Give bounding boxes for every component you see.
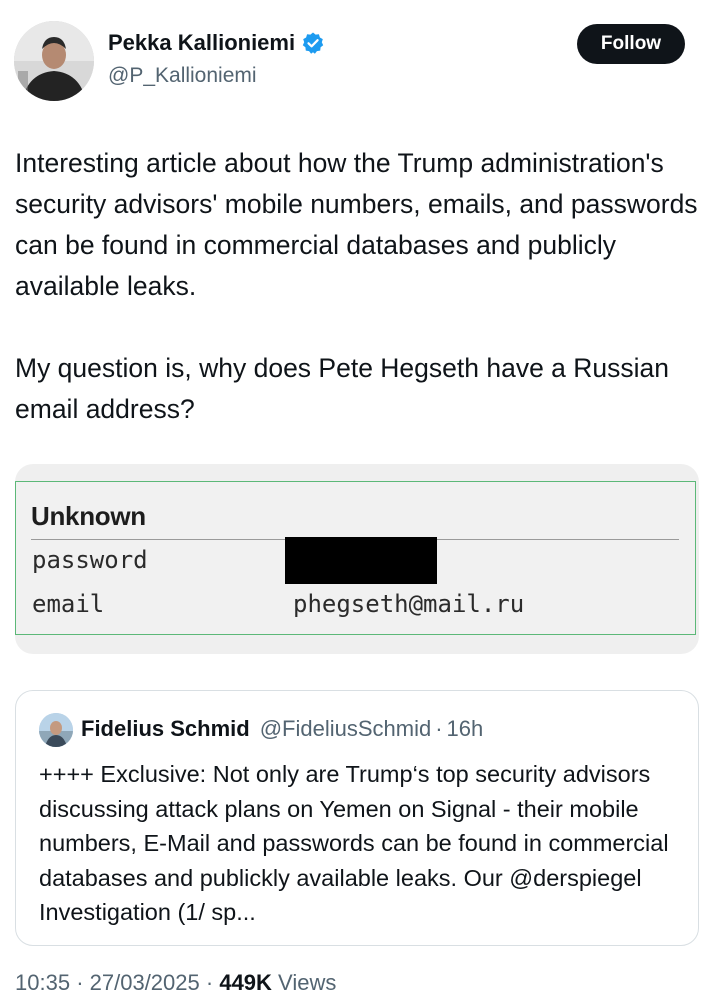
quoted-timestamp[interactable]: 16h (447, 716, 484, 742)
email-label: email (32, 590, 105, 618)
tweet-media-image[interactable]: Unknown password email phegseth@mail.ru (15, 464, 699, 654)
views-label: Views (278, 970, 337, 995)
tweet-header: Pekka Kallioniemi @P_Kallioniemi Follow (14, 18, 699, 102)
quoted-avatar[interactable] (39, 713, 73, 747)
quoted-author-handle[interactable]: @FideliusSchmid (260, 716, 432, 742)
media-heading: Unknown (31, 501, 146, 531)
meta-separator: · (205, 970, 214, 995)
follow-button[interactable]: Follow (577, 24, 685, 64)
avatar[interactable] (14, 21, 94, 101)
tweet-meta: 10:35 · 27/03/2025 · 449K Views (15, 970, 336, 996)
author-name[interactable]: Pekka Kallioniemi (108, 30, 295, 56)
quoted-header: Fidelius Schmid @FideliusSchmid · 16h (81, 716, 483, 742)
redacted-password (285, 537, 437, 584)
quoted-tweet[interactable]: Fidelius Schmid @FideliusSchmid · 16h ++… (15, 690, 699, 946)
quoted-tweet-text: ++++ Exclusive: Not only are Trump‘s top… (39, 761, 669, 925)
tweet-text: Interesting article about how the Trump … (15, 148, 698, 424)
tweet-date[interactable]: 27/03/2025 (90, 970, 200, 995)
quoted-separator: · (435, 716, 443, 741)
verified-badge-icon (301, 31, 325, 55)
tweet-time[interactable]: 10:35 (15, 970, 70, 995)
email-value: phegseth@mail.ru (293, 590, 525, 618)
quoted-author-name[interactable]: Fidelius Schmid (81, 716, 250, 742)
password-label: password (32, 546, 148, 574)
author-handle[interactable]: @P_Kallioniemi (108, 64, 257, 88)
meta-separator: · (76, 970, 84, 995)
views-count[interactable]: 449K (219, 970, 272, 995)
author-name-row: Pekka Kallioniemi (108, 30, 325, 56)
